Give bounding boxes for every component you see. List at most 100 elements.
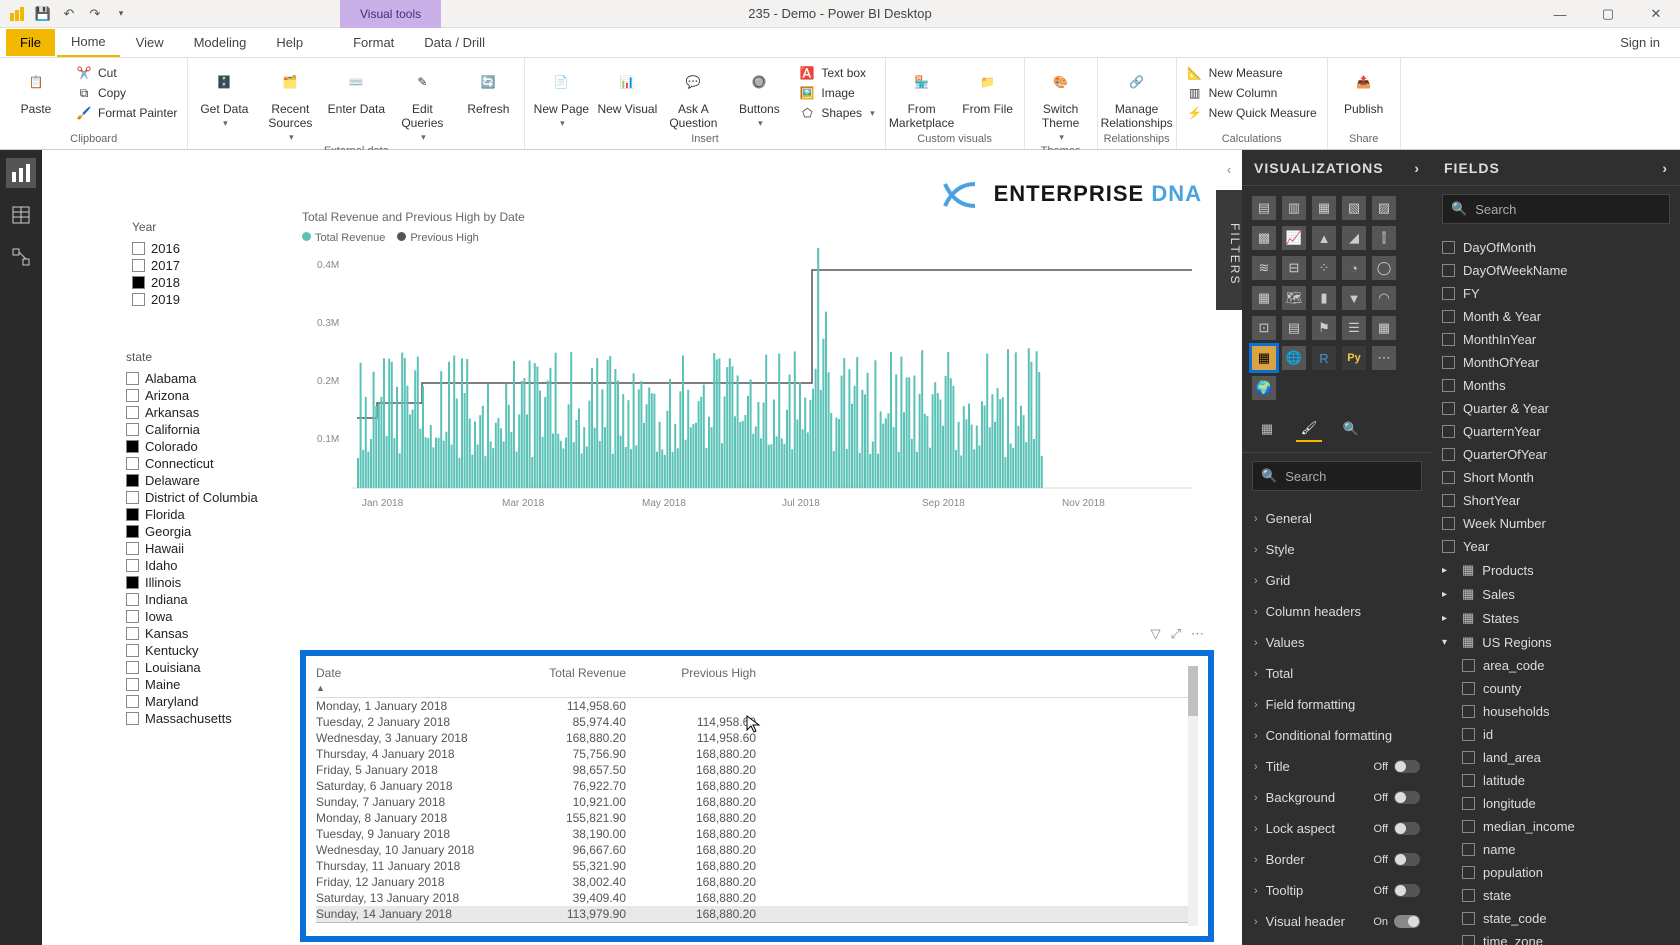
state-option[interactable]: Maine <box>126 676 258 693</box>
recent-sources-button[interactable]: 🗂️Recent Sources▾ <box>260 60 320 143</box>
filter-icon[interactable]: ▽ <box>1151 626 1161 642</box>
format-card[interactable]: ›Total <box>1242 658 1432 689</box>
format-card[interactable]: ›BackgroundOff <box>1242 782 1432 813</box>
publish-button[interactable]: 📤Publish <box>1334 60 1394 116</box>
vis-ribbon[interactable]: ≋ <box>1252 256 1276 280</box>
field-column[interactable]: Short Month <box>1432 466 1680 489</box>
state-option[interactable]: Indiana <box>126 591 258 608</box>
field-column[interactable]: area_code <box>1432 654 1680 677</box>
more-icon[interactable]: ⋯ <box>1191 626 1204 642</box>
vis-multi-card[interactable]: ▤ <box>1282 316 1306 340</box>
vis-import[interactable]: ⋯ <box>1372 346 1396 370</box>
state-option[interactable]: Kentucky <box>126 642 258 659</box>
format-card[interactable]: ›General <box>1242 503 1432 534</box>
paste-button[interactable]: 📋Paste <box>6 60 66 116</box>
undo-icon[interactable]: ↶ <box>60 5 78 23</box>
vis-line-column[interactable]: ⫿ <box>1372 226 1396 250</box>
state-option[interactable]: Illinois <box>126 574 258 591</box>
field-column[interactable]: households <box>1432 700 1680 723</box>
field-column[interactable]: ShortYear <box>1432 489 1680 512</box>
field-column[interactable]: DayOfMonth <box>1432 236 1680 259</box>
field-column[interactable]: time_zone <box>1432 930 1680 945</box>
minimize-icon[interactable]: — <box>1536 0 1584 28</box>
field-column[interactable]: FY <box>1432 282 1680 305</box>
state-option[interactable]: Florida <box>126 506 258 523</box>
tab-format[interactable]: Format <box>339 29 408 56</box>
field-column[interactable]: QuarternYear <box>1432 420 1680 443</box>
switch-theme-button[interactable]: 🎨Switch Theme▾ <box>1031 60 1091 143</box>
vis-line[interactable]: 📈 <box>1282 226 1306 250</box>
format-card[interactable]: ›TitleOff <box>1242 751 1432 782</box>
manage-relationships-button[interactable]: 🔗Manage Relationships <box>1107 60 1167 130</box>
new-page-button[interactable]: 📄New Page▾ <box>531 60 591 129</box>
field-table[interactable]: ▸▦States <box>1432 606 1680 630</box>
field-column[interactable]: land_area <box>1432 746 1680 769</box>
state-option[interactable]: Hawaii <box>126 540 258 557</box>
buttons-button[interactable]: 🔘Buttons▾ <box>729 60 789 129</box>
field-column[interactable]: state_code <box>1432 907 1680 930</box>
table-row[interactable]: Tuesday, 2 January 201885,974.40114,958.… <box>316 714 1198 730</box>
field-column[interactable]: Year <box>1432 535 1680 558</box>
save-icon[interactable]: 💾 <box>34 5 52 23</box>
format-card[interactable]: ›Column headers <box>1242 596 1432 627</box>
fields-well-icon[interactable]: ▦ <box>1254 416 1280 442</box>
image-button[interactable]: 🖼️Image <box>795 84 878 102</box>
state-option[interactable]: Arizona <box>126 387 258 404</box>
vis-map[interactable]: 🗺 <box>1282 286 1306 310</box>
field-column[interactable]: name <box>1432 838 1680 861</box>
format-card[interactable]: ›BorderOff <box>1242 844 1432 875</box>
state-option[interactable]: Massachusetts <box>126 710 258 727</box>
field-column[interactable]: MonthOfYear <box>1432 351 1680 374</box>
state-option[interactable]: Louisiana <box>126 659 258 676</box>
vis-scatter[interactable]: ⁘ <box>1312 256 1336 280</box>
field-column[interactable]: MonthInYear <box>1432 328 1680 351</box>
chevron-right-icon[interactable]: › <box>1662 160 1668 176</box>
format-painter-button[interactable]: 🖌️Format Painter <box>72 104 181 122</box>
field-column[interactable]: longitude <box>1432 792 1680 815</box>
new-visual-button[interactable]: 📊New Visual <box>597 60 657 116</box>
format-card[interactable]: ›Visual headerOn <box>1242 906 1432 937</box>
chevron-right-icon[interactable]: › <box>1414 160 1420 176</box>
close-icon[interactable]: ✕ <box>1632 0 1680 28</box>
table-row[interactable]: Monday, 8 January 2018155,821.90168,880.… <box>316 810 1198 826</box>
table-scrollbar[interactable] <box>1188 666 1198 926</box>
field-table[interactable]: ▾▦US Regions <box>1432 630 1680 654</box>
col-header-date[interactable]: Date▲ <box>316 666 516 694</box>
tab-file[interactable]: File <box>6 29 55 56</box>
state-option[interactable]: Kansas <box>126 625 258 642</box>
format-well-icon[interactable]: 🖌 <box>1296 416 1322 442</box>
table-row[interactable]: Thursday, 4 January 201875,756.90168,880… <box>316 746 1198 762</box>
quick-measure-button[interactable]: ⚡New Quick Measure <box>1183 104 1321 122</box>
year-option[interactable]: 2019 <box>132 291 180 308</box>
field-column[interactable]: median_income <box>1432 815 1680 838</box>
redo-icon[interactable]: ↷ <box>86 5 104 23</box>
textbox-button[interactable]: 🅰️Text box <box>795 64 878 82</box>
table-row[interactable]: Monday, 1 January 2018114,958.60 <box>316 698 1198 714</box>
table-row[interactable]: Wednesday, 3 January 2018168,880.20114,9… <box>316 730 1198 746</box>
year-option[interactable]: 2016 <box>132 240 180 257</box>
vis-funnel[interactable]: ▼ <box>1342 286 1366 310</box>
vis-area[interactable]: ▲ <box>1312 226 1336 250</box>
analytics-well-icon[interactable]: 🔍 <box>1338 416 1364 442</box>
format-card[interactable]: ›Grid <box>1242 565 1432 596</box>
year-option[interactable]: 2017 <box>132 257 180 274</box>
vis-python[interactable]: Py <box>1342 346 1366 370</box>
vis-arcgis[interactable]: 🌐 <box>1282 346 1306 370</box>
field-column[interactable]: Week Number <box>1432 512 1680 535</box>
from-file-button[interactable]: 📁From File <box>958 60 1018 116</box>
vis-card[interactable]: ⊡ <box>1252 316 1276 340</box>
vis-stacked-column[interactable]: ▥ <box>1282 196 1306 220</box>
tab-help[interactable]: Help <box>262 29 317 56</box>
slicer-state[interactable]: state AlabamaArizonaArkansasCaliforniaCo… <box>126 350 258 727</box>
fields-search[interactable]: 🔍Search <box>1442 194 1670 224</box>
table-row[interactable]: Tuesday, 9 January 201838,190.00168,880.… <box>316 826 1198 842</box>
focus-icon[interactable]: ⤢ <box>1171 626 1181 642</box>
state-option[interactable]: Alabama <box>126 370 258 387</box>
get-data-button[interactable]: 🗄️Get Data▾ <box>194 60 254 129</box>
state-option[interactable]: Georgia <box>126 523 258 540</box>
filters-pane-collapsed[interactable]: FILTERS <box>1216 190 1242 310</box>
qa-dropdown-icon[interactable]: ▾ <box>112 5 130 23</box>
vis-stacked-bar[interactable]: ▤ <box>1252 196 1276 220</box>
tab-data-drill[interactable]: Data / Drill <box>410 29 499 56</box>
report-view-icon[interactable] <box>6 158 36 188</box>
